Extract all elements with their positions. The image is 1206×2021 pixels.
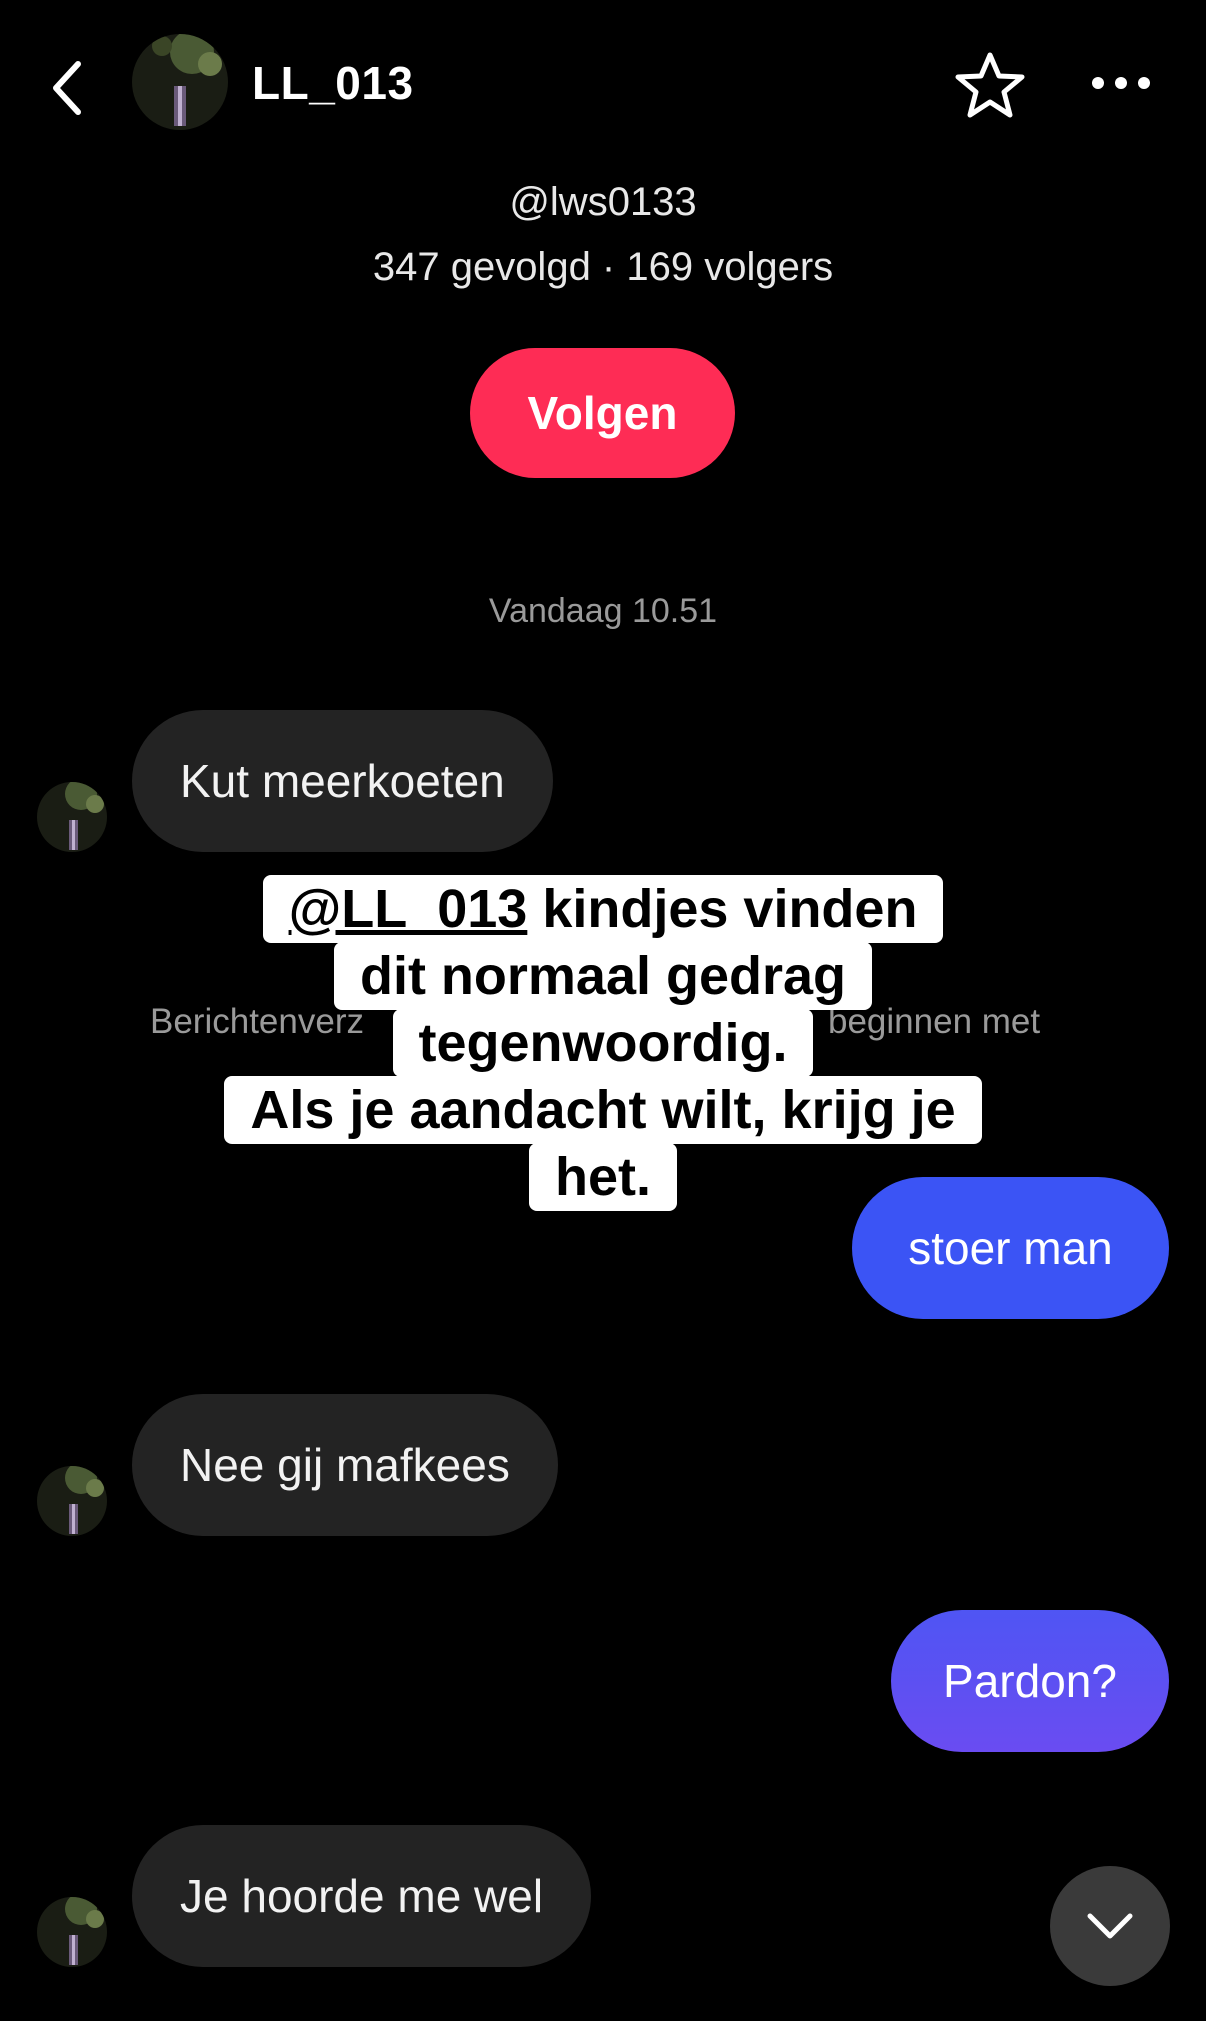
back-button[interactable] xyxy=(42,52,90,124)
message-bubble-outgoing[interactable]: stoer man xyxy=(852,1177,1169,1319)
sender-avatar[interactable] xyxy=(37,1466,107,1536)
caption-line: het. xyxy=(528,1143,677,1211)
caption-line: Als je aandacht wilt, krijg je xyxy=(224,1076,982,1144)
video-caption-overlay: @LL_013 kindjes vinden dit normaal gedra… xyxy=(0,875,1206,1211)
message-bubble-incoming[interactable]: Kut meerkoeten xyxy=(132,710,553,852)
chat-title: LL_013 xyxy=(252,57,414,109)
scroll-to-bottom-button[interactable] xyxy=(1050,1866,1170,1986)
more-horizontal-icon xyxy=(1092,77,1150,89)
favorite-button[interactable] xyxy=(950,45,1030,125)
profile-handle: @lws0133 xyxy=(509,180,697,224)
chevron-left-icon xyxy=(53,61,81,115)
more-options-button[interactable] xyxy=(1086,60,1156,106)
star-icon xyxy=(955,52,1025,118)
caption-line: dit normaal gedrag xyxy=(333,942,873,1010)
caption-mention[interactable]: @LL_013 xyxy=(289,879,528,939)
follow-stats: 347 gevolgd · 169 volgers xyxy=(372,245,834,289)
message-bubble-incoming[interactable]: Je hoorde me wel xyxy=(132,1825,592,1967)
chevron-down-icon xyxy=(1087,1913,1133,1939)
caption-text: kindjes vinden xyxy=(527,879,918,939)
sender-avatar[interactable] xyxy=(37,782,107,852)
caption-line: @LL_013 kindjes vinden xyxy=(262,875,944,943)
caption-line: tegenwoordig. xyxy=(392,1009,814,1077)
message-timestamp: Vandaag 10.51 xyxy=(488,592,718,630)
avatar[interactable] xyxy=(132,34,228,130)
follow-button[interactable]: Volgen xyxy=(470,348,735,478)
message-bubble-incoming[interactable]: Nee gij mafkees xyxy=(132,1394,558,1536)
sender-avatar[interactable] xyxy=(37,1897,107,1967)
message-bubble-outgoing[interactable]: Pardon? xyxy=(891,1610,1169,1752)
